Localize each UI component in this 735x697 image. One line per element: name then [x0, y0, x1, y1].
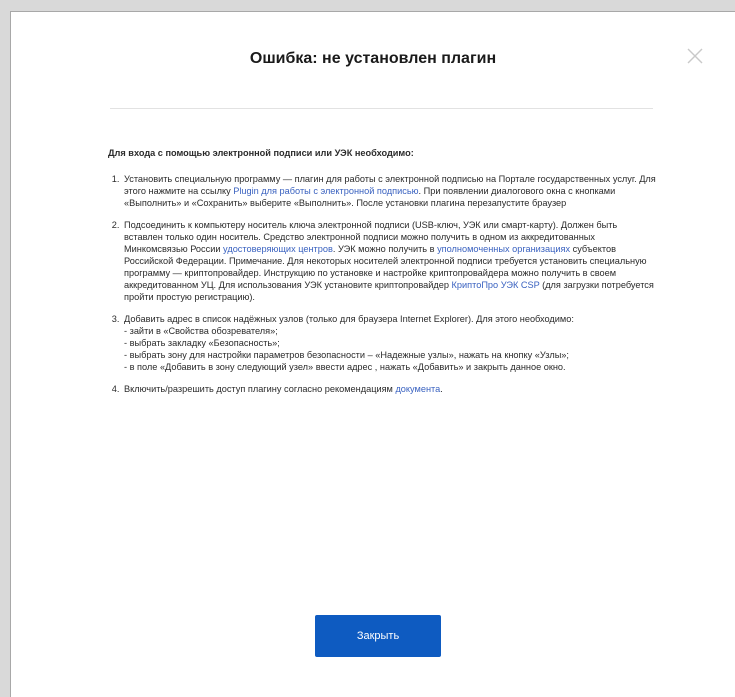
plugin-download-link[interactable]: Plugin для работы с электронной подписью [233, 186, 418, 196]
instruction-item-3: Добавить адрес в список надёжных узлов (… [122, 313, 658, 373]
item3-line-3: - выбрать закладку «Безопасность»; [124, 338, 280, 348]
title-divider [110, 108, 653, 109]
item3-line-1: Добавить адрес в список надёжных узлов (… [124, 314, 574, 324]
item3-line-5: - в поле «Добавить в зону следующий узел… [124, 362, 566, 372]
instruction-item-2: Подсоединить к компьютеру носитель ключа… [122, 219, 658, 303]
instruction-item-4: Включить/разрешить доступ плагину соглас… [122, 383, 658, 395]
authorized-organizations-link[interactable]: уполномоченных организациях [437, 244, 570, 254]
plugin-error-dialog: Ошибка: не установлен плагин Для входа с… [10, 11, 735, 697]
document-link[interactable]: документа [395, 384, 440, 394]
instruction-item-1: Установить специальную программу — плаги… [122, 173, 658, 209]
instructions-list: Установить специальную программу — плаги… [108, 173, 658, 395]
close-icon[interactable] [683, 44, 707, 68]
item4-text-b: . [440, 384, 443, 394]
close-button[interactable]: Закрыть [315, 615, 441, 657]
item3-line-4: - выбрать зону для настройки параметров … [124, 350, 569, 360]
intro-text: Для входа с помощью электронной подписи … [108, 148, 414, 158]
item3-line-2: - зайти в «Свойства обозревателя»; [124, 326, 278, 336]
item2-text-b: . УЭК можно получить в [332, 244, 438, 254]
item4-text-a: Включить/разрешить доступ плагину соглас… [124, 384, 396, 394]
dialog-title: Ошибка: не установлен плагин [249, 50, 497, 67]
cryptopro-link[interactable]: КриптоПро УЭК CSP [452, 280, 540, 290]
certification-centers-link[interactable]: удостоверяющих центров [223, 244, 333, 254]
dialog-content: Для входа с помощью электронной подписи … [108, 147, 658, 405]
